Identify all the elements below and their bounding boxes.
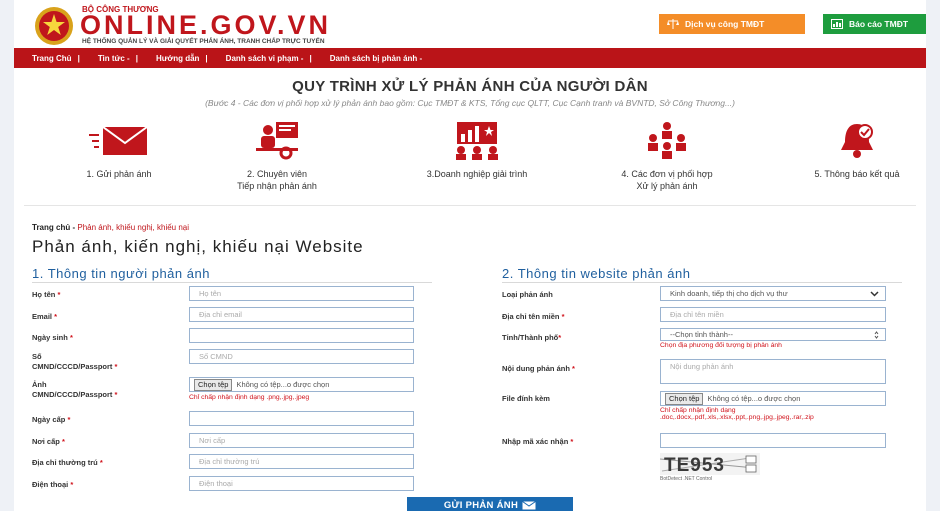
field-label-captcha: Nhập mã xác nhận * xyxy=(502,437,574,446)
envelope-icon xyxy=(89,126,148,155)
captcha-image: TE953 xyxy=(660,453,760,475)
nav-item-violations[interactable]: Danh sách vi phạm - xyxy=(226,54,304,63)
breadcrumb-current: Phản ánh, khiếu nghị, khiếu nại xyxy=(77,223,190,232)
team-coordination-icon xyxy=(648,122,686,159)
field-label-report-type: Loại phản ánh xyxy=(502,290,553,299)
notification-bell-icon xyxy=(841,124,873,158)
mail-icon xyxy=(522,500,536,509)
field-label-dob: Ngày sinh * xyxy=(32,333,73,342)
process-subtitle: (Bước 4 - Các đơn vị phối hợp xử lý phản… xyxy=(205,98,735,108)
field-label-address: Địa chỉ thường trú * xyxy=(32,458,103,467)
process-step-1-label: 1. Gửi phản ánh xyxy=(86,169,152,179)
submit-report-label: GỬI PHẢN ÁNH xyxy=(443,499,519,511)
process-step-4: 4. Các đơn vị phối hợp Xử lý phản ánh xyxy=(597,118,737,192)
id-image-choose-file-button[interactable]: Chọn tệp xyxy=(194,378,233,391)
field-label-name: Họ tên * xyxy=(32,290,61,299)
email-input[interactable]: Địa chỉ email xyxy=(189,307,414,322)
report-type-select[interactable]: Kinh doanh, tiếp thị cho dịch vụ thư xyxy=(660,286,886,301)
process-step-4-label-2: Xử lý phản ánh xyxy=(636,181,698,191)
submit-report-button[interactable]: GỬI PHẢN ÁNH xyxy=(407,497,573,511)
dob-input[interactable] xyxy=(189,328,414,343)
national-emblem-icon[interactable] xyxy=(34,6,74,46)
domain-input[interactable]: Địa chỉ tên miền xyxy=(660,307,886,322)
id-number-input[interactable]: Số CMND xyxy=(189,349,414,364)
report-icon xyxy=(831,19,843,29)
process-step-1: 1. Gửi phản ánh xyxy=(49,118,189,180)
section-website-title: 2. Thông tin website phản ánh xyxy=(502,266,691,281)
nav-item-reported[interactable]: Danh sách bị phản ánh - xyxy=(330,54,422,63)
scale-icon xyxy=(667,19,679,29)
process-step-5: 5. Thông báo kết quả xyxy=(787,118,926,180)
section-website-underline xyxy=(502,282,902,283)
site-header: BỘ CÔNG THƯƠNG ONLINE.GOV.VN HỆ THỐNG QU… xyxy=(14,0,926,48)
attachment-file-status: Không có tệp...o được chọn xyxy=(707,394,801,403)
field-label-issue-place: Nơi cấp * xyxy=(32,437,65,446)
content-textarea[interactable]: Nội dung phản ánh xyxy=(660,359,886,384)
attachment-choose-file-button[interactable]: Chọn tệp xyxy=(665,392,704,405)
id-image-file-input[interactable]: Chọn tệp Không có tệp...o được chọn xyxy=(189,377,414,392)
process-step-2: 2. Chuyên viên Tiếp nhận phản ánh xyxy=(207,118,347,192)
report-type-value: Kinh doanh, tiếp thị cho dịch vụ thư xyxy=(670,289,788,298)
process-step-2-label-1: 2. Chuyên viên xyxy=(246,169,308,179)
section-reporter-underline xyxy=(32,282,432,283)
section-divider xyxy=(24,205,916,206)
chevron-down-icon xyxy=(870,290,879,297)
id-image-file-status: Không có tệp...o được chọn xyxy=(236,380,330,389)
captcha-code: TE953 xyxy=(664,455,725,475)
process-step-3: 3.Doanh nghiệp giải trình xyxy=(407,118,547,180)
ecommerce-report-label: Báo cáo TMĐT xyxy=(849,19,909,29)
page: BỘ CÔNG THƯƠNG ONLINE.GOV.VN HỆ THỐNG QU… xyxy=(0,0,940,511)
field-label-id-number: Số CMND/CCCD/Passport * xyxy=(32,352,118,371)
content-frame: BỘ CÔNG THƯƠNG ONLINE.GOV.VN HỆ THỐNG QU… xyxy=(14,0,926,511)
issue-date-input[interactable] xyxy=(189,411,414,426)
site-tagline: HỆ THỐNG QUẢN LÝ VÀ GIẢI QUYẾT PHẢN ÁNH,… xyxy=(82,38,325,45)
page-title: Phản ánh, kiến nghị, khiếu nại Website xyxy=(32,237,364,256)
attachment-file-input[interactable]: Chọn tệp Không có tệp...o được chọn xyxy=(660,391,886,406)
captcha-caption: BotDetect .NET Control xyxy=(660,476,713,482)
dropdown-arrows-icon xyxy=(874,330,879,339)
section-reporter-title: 1. Thông tin người phản ánh xyxy=(32,266,210,281)
ecommerce-service-label: Dịch vụ công TMĐT xyxy=(685,19,765,29)
field-label-email: Email * xyxy=(32,312,58,321)
phone-input[interactable]: Điện thoại xyxy=(189,476,414,491)
ecommerce-report-button[interactable]: Báo cáo TMĐT xyxy=(823,14,926,34)
captcha-input[interactable] xyxy=(660,433,886,448)
province-hint: Chọn địa phương đối tượng bị phản ánh xyxy=(660,342,782,349)
field-label-province: Tỉnh/Thành phố* xyxy=(502,333,562,342)
specialist-desk-icon xyxy=(256,122,298,160)
breadcrumb-separator: - xyxy=(72,223,76,232)
breadcrumb-home[interactable]: Trang chủ xyxy=(32,223,70,232)
breadcrumb: Trang chủ - Phản ánh, khiếu nghị, khiếu … xyxy=(32,223,189,232)
business-explain-icon xyxy=(456,122,498,160)
process-step-2-label-2: Tiếp nhận phản ánh xyxy=(237,181,317,191)
field-label-attachment: File đính kèm xyxy=(502,394,550,403)
nav-item-home[interactable]: Trang Chủ xyxy=(32,54,72,63)
field-label-issue-date: Ngày cấp * xyxy=(32,415,71,424)
site-logo-text[interactable]: ONLINE.GOV.VN xyxy=(80,12,331,39)
main-nav: Trang Chủ | Tin tức - | Hướng dẫn | Danh… xyxy=(14,48,926,68)
process-step-5-label: 5. Thông báo kết quả xyxy=(814,169,900,179)
province-select-value: --Chọn tỉnh thành-- xyxy=(670,330,733,339)
name-input[interactable]: Họ tên xyxy=(189,286,414,301)
address-input[interactable]: Địa chỉ thường trú xyxy=(189,454,414,469)
attachment-format-hint-2: .doc,.docx,.pdf,.xls,.xlsx,.ppt,.png,.jp… xyxy=(660,414,814,421)
province-select[interactable]: --Chọn tỉnh thành-- xyxy=(660,328,886,341)
field-label-phone: Điện thoại * xyxy=(32,480,74,489)
field-label-content: Nội dung phản ánh * xyxy=(502,364,575,373)
field-label-domain: Địa chỉ tên miền * xyxy=(502,312,565,321)
process-title: QUY TRÌNH XỬ LÝ PHẢN ÁNH CỦA NGƯỜI DÂN xyxy=(292,78,648,95)
ecommerce-service-button[interactable]: Dịch vụ công TMĐT xyxy=(659,14,805,34)
id-image-format-hint: Chỉ chấp nhận định dạng .png,.jpg,.jpeg xyxy=(189,394,310,401)
field-label-id-image: Ảnh CMND/CCCD/Passport * xyxy=(32,380,118,399)
nav-item-guide[interactable]: Hướng dẫn xyxy=(156,54,199,63)
process-step-4-label-1: 4. Các đơn vị phối hợp xyxy=(621,169,713,179)
process-step-3-label: 3.Doanh nghiệp giải trình xyxy=(426,169,528,179)
nav-item-news[interactable]: Tin tức - xyxy=(98,54,130,63)
issue-place-input[interactable]: Nơi cấp xyxy=(189,433,414,448)
